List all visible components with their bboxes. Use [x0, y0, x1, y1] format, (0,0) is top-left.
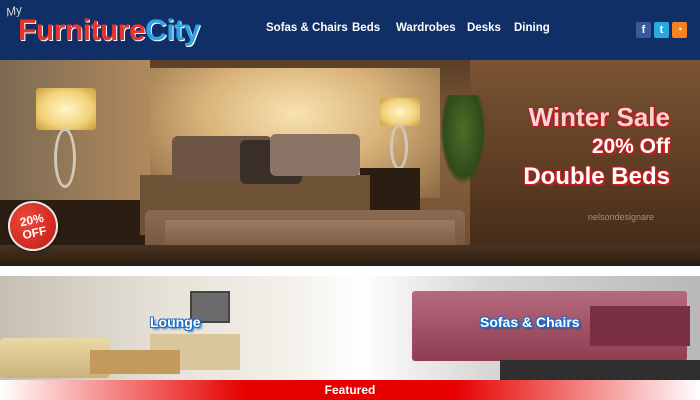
site-logo[interactable]: My FurnitureCity	[5, 2, 216, 56]
pillow-image	[270, 134, 360, 176]
nav-wardrobes[interactable]: Wardrobes	[396, 22, 456, 34]
category-lounge[interactable]: Lounge	[0, 276, 360, 381]
sofa-floor	[500, 360, 700, 381]
nav-beds[interactable]: Beds	[352, 22, 380, 34]
nav-desks[interactable]: Desks	[467, 22, 501, 34]
sale-text: Winter Sale 20% Off Double Beds	[523, 102, 670, 192]
rss-icon[interactable]: ◔	[672, 22, 687, 38]
logo-word-furniture: Furniture	[18, 14, 146, 47]
social-links: f t ◔	[636, 22, 688, 38]
site-header: My FurnitureCity Sofas & Chairs Beds War…	[0, 0, 700, 60]
lamp-right-base	[390, 124, 408, 170]
sale-product: Double Beds	[523, 163, 670, 190]
sale-discount: 20% Off	[591, 135, 670, 158]
logo-wordmark: FurnitureCity	[18, 14, 200, 48]
lamp-left-image	[36, 88, 96, 130]
category-sofas-label: Sofas & Chairs	[480, 314, 580, 330]
category-lounge-label: Lounge	[150, 314, 201, 330]
sale-headline: Winter Sale	[528, 102, 670, 132]
twitter-icon[interactable]: t	[654, 22, 669, 38]
logo-word-city: City	[145, 14, 200, 47]
nav-sofas-chairs[interactable]: Sofas & Chairs	[266, 22, 348, 34]
plant-image	[440, 95, 486, 185]
lamp-left-base	[54, 128, 76, 188]
category-sofas-chairs[interactable]: Sofas & Chairs	[360, 276, 700, 381]
lamp-right-image	[380, 98, 420, 126]
sofa-side-image	[590, 306, 690, 346]
promo-banner[interactable]: Winter Sale 20% Off Double Beds nelsonde…	[0, 60, 700, 266]
banner-floor	[0, 245, 700, 266]
category-panels: Lounge Sofas & Chairs	[0, 276, 700, 381]
facebook-icon[interactable]: f	[636, 22, 651, 38]
nav-dining[interactable]: Dining	[514, 22, 550, 34]
featured-bar[interactable]: Featured	[0, 380, 700, 400]
lounge-table-image	[90, 350, 180, 374]
watermark-text: nelsondesignare	[588, 212, 655, 222]
